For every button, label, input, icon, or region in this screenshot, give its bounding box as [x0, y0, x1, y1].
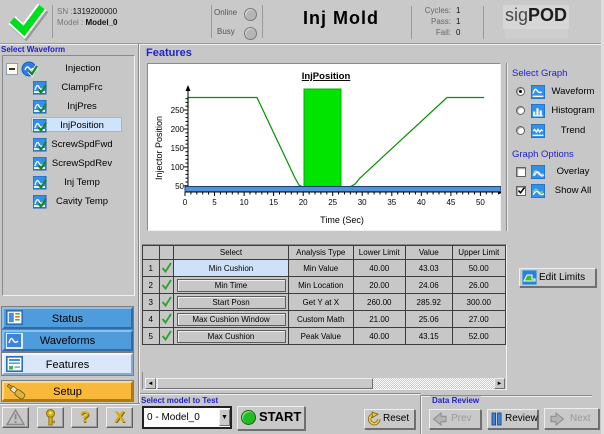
svg-text:15: 15 — [269, 198, 278, 207]
svg-text:150: 150 — [171, 144, 185, 153]
svg-text:50: 50 — [175, 182, 184, 191]
svg-text:50: 50 — [476, 198, 485, 207]
svg-text:0: 0 — [183, 198, 188, 207]
svg-text:100: 100 — [171, 163, 185, 172]
svg-text:40: 40 — [417, 198, 426, 207]
svg-text:20: 20 — [299, 198, 308, 207]
svg-text:10: 10 — [240, 198, 249, 207]
svg-text:45: 45 — [446, 198, 455, 207]
svg-text:35: 35 — [387, 198, 396, 207]
svg-text:250: 250 — [171, 106, 185, 115]
svg-text:5: 5 — [212, 198, 217, 207]
svg-text:Time (Sec): Time (Sec) — [320, 215, 364, 225]
svg-text:Injector Position: Injector Position — [154, 116, 164, 180]
svg-text:200: 200 — [171, 125, 185, 134]
svg-text:25: 25 — [328, 198, 337, 207]
svg-text:InjPosition: InjPosition — [302, 71, 351, 82]
svg-text:30: 30 — [358, 198, 367, 207]
